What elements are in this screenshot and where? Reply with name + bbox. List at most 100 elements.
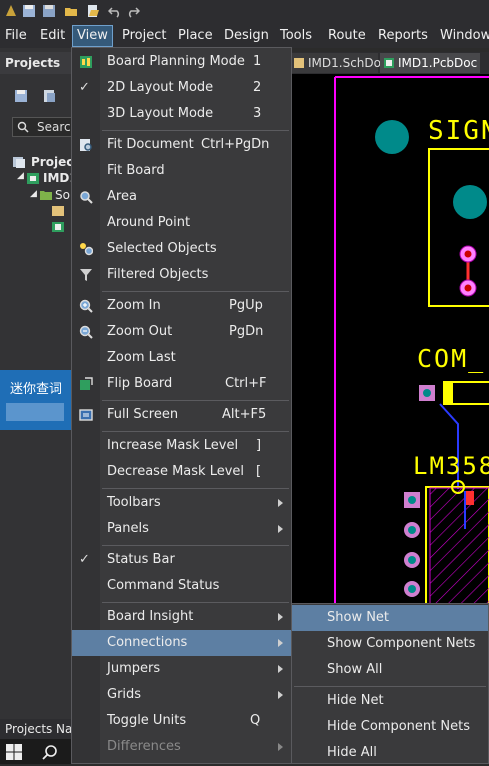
menu-separator bbox=[102, 545, 289, 546]
menu-item-filtered-objects[interactable]: Filtered Objects bbox=[72, 262, 291, 288]
mini-dictionary-input[interactable] bbox=[6, 403, 64, 421]
menu-separator bbox=[102, 130, 289, 131]
menubar: File Edit View Project Place Design Tool… bbox=[0, 24, 489, 48]
pcb-label-com: COM_ bbox=[417, 344, 486, 373]
menu-separator bbox=[102, 431, 289, 432]
chevron-right-icon bbox=[278, 665, 283, 673]
expand-icon[interactable]: ◢ bbox=[30, 189, 37, 199]
checkmark-icon: ✓ bbox=[79, 552, 90, 567]
search-icon[interactable] bbox=[42, 744, 58, 760]
mini-dictionary-popup[interactable]: 迷你查词 bbox=[0, 370, 72, 430]
menu-item-3d-layout-mode[interactable]: 3D Layout Mode 3 bbox=[72, 101, 291, 127]
menu-item-panels[interactable]: Panels bbox=[72, 516, 291, 542]
submenu-item-hide-net[interactable]: Hide Net bbox=[292, 688, 488, 714]
document-tabs: IMD1.SchDoc IMD1.PcbDoc bbox=[290, 52, 489, 74]
menu-item-decrease-mask-level[interactable]: Decrease Mask Level [ bbox=[72, 459, 291, 485]
connections-submenu: Show Net Show Component Nets Show All Hi… bbox=[291, 603, 489, 764]
expand-icon[interactable]: ◢ bbox=[17, 171, 24, 181]
selected-objects-icon bbox=[80, 243, 93, 256]
menu-separator bbox=[102, 291, 289, 292]
full-screen-icon bbox=[79, 409, 93, 421]
schematic-doc-icon bbox=[294, 58, 304, 68]
menu-separator bbox=[102, 400, 289, 401]
menu-item-toolbars[interactable]: Toolbars bbox=[72, 490, 291, 516]
menu-item-toggle-units[interactable]: Toggle Units Q bbox=[72, 708, 291, 734]
windows-start-icon[interactable] bbox=[6, 744, 22, 760]
menu-item-fit-board[interactable]: Fit Board bbox=[72, 158, 291, 184]
search-icon bbox=[17, 121, 29, 133]
open-document-icon[interactable] bbox=[86, 4, 100, 18]
chevron-right-icon bbox=[278, 499, 283, 507]
menu-project[interactable]: Project bbox=[118, 26, 170, 46]
menu-item-status-bar[interactable]: ✓ Status Bar bbox=[72, 547, 291, 573]
menu-place[interactable]: Place bbox=[174, 26, 217, 46]
menu-item-selected-objects[interactable]: Selected Objects bbox=[72, 236, 291, 262]
menu-route[interactable]: Route bbox=[324, 26, 370, 46]
submenu-item-show-all[interactable]: Show All bbox=[292, 657, 488, 683]
filter-icon bbox=[80, 269, 92, 281]
zoom-out-icon bbox=[79, 325, 93, 339]
chevron-right-icon bbox=[278, 639, 283, 647]
chevron-right-icon bbox=[278, 525, 283, 533]
menu-edit[interactable]: Edit bbox=[36, 26, 69, 46]
tab-navigator[interactable]: Na bbox=[56, 722, 72, 736]
submenu-item-show-component-nets[interactable]: Show Component Nets bbox=[292, 631, 488, 657]
menu-item-command-status[interactable]: Command Status bbox=[72, 573, 291, 599]
menu-item-zoom-last[interactable]: Zoom Last bbox=[72, 345, 291, 371]
menu-item-area[interactable]: Area bbox=[72, 184, 291, 210]
fit-document-icon bbox=[80, 139, 92, 151]
menu-item-full-screen[interactable]: Full Screen Alt+F5 bbox=[72, 402, 291, 428]
zoom-in-icon bbox=[79, 299, 93, 313]
view-menu: Board Planning Mode 1 ✓ 2D Layout Mode 2… bbox=[71, 47, 292, 764]
menu-item-jumpers[interactable]: Jumpers bbox=[72, 656, 291, 682]
menu-separator bbox=[102, 488, 289, 489]
undo-icon[interactable] bbox=[108, 4, 122, 18]
chevron-right-icon bbox=[278, 691, 283, 699]
menu-view[interactable]: View bbox=[72, 25, 113, 47]
menu-item-board-insight[interactable]: Board Insight bbox=[72, 604, 291, 630]
menu-item-connections[interactable]: Connections bbox=[72, 630, 291, 656]
checkmark-icon: ✓ bbox=[79, 80, 90, 95]
menu-separator bbox=[294, 686, 486, 687]
menu-window[interactable]: Window bbox=[436, 26, 489, 46]
tab-projects[interactable]: Projects bbox=[5, 722, 52, 736]
menu-item-flip-board[interactable]: Flip Board Ctrl+F bbox=[72, 371, 291, 397]
menu-item-grids[interactable]: Grids bbox=[72, 682, 291, 708]
pcb-label-lm358: LM358 bbox=[413, 452, 489, 480]
app-logo-icon bbox=[6, 5, 16, 16]
pcb-doc-icon bbox=[384, 58, 394, 68]
menu-reports[interactable]: Reports bbox=[374, 26, 432, 46]
menu-file[interactable]: File bbox=[1, 26, 31, 46]
redo-icon[interactable] bbox=[126, 4, 140, 18]
submenu-item-hide-all[interactable]: Hide All bbox=[292, 740, 488, 766]
menu-item-board-planning-mode[interactable]: Board Planning Mode 1 bbox=[72, 49, 291, 75]
submenu-item-hide-component-nets[interactable]: Hide Component Nets bbox=[292, 714, 488, 740]
project-options-icon[interactable] bbox=[42, 89, 56, 103]
quick-access-toolbar bbox=[0, 0, 489, 24]
mini-dictionary-label: 迷你查词 bbox=[10, 382, 63, 397]
menu-item-differences: Differences bbox=[72, 734, 291, 760]
save-project-icon[interactable] bbox=[14, 89, 28, 103]
menu-item-fit-document[interactable]: Fit Document Ctrl+PgDn bbox=[72, 132, 291, 158]
menu-tools[interactable]: Tools bbox=[276, 26, 316, 46]
submenu-item-show-net[interactable]: Show Net bbox=[292, 605, 488, 631]
menu-design[interactable]: Design bbox=[220, 26, 273, 46]
menu-separator bbox=[102, 602, 289, 603]
board-planning-icon bbox=[80, 56, 92, 68]
schematic-doc-icon bbox=[52, 206, 64, 216]
menu-item-increase-mask-level[interactable]: Increase Mask Level ] bbox=[72, 433, 291, 459]
tab-imd1-pcbdoc[interactable]: IMD1.PcbDoc bbox=[380, 53, 480, 73]
save-all-icon[interactable] bbox=[42, 4, 56, 18]
project-group-icon bbox=[13, 157, 25, 168]
area-zoom-icon bbox=[80, 191, 93, 204]
panel-tabs: Projects Na bbox=[0, 719, 72, 739]
menu-item-zoom-in[interactable]: Zoom In PgUp bbox=[72, 293, 291, 319]
open-folder-icon[interactable] bbox=[64, 4, 78, 18]
menu-item-2d-layout-mode[interactable]: ✓ 2D Layout Mode 2 bbox=[72, 75, 291, 101]
save-icon[interactable] bbox=[22, 4, 36, 18]
pcb-label-sign: SIGN bbox=[428, 116, 489, 146]
menu-item-around-point[interactable]: Around Point bbox=[72, 210, 291, 236]
projects-panel-title: Projects bbox=[0, 52, 72, 74]
pcb-project-icon bbox=[27, 173, 39, 184]
menu-item-zoom-out[interactable]: Zoom Out PgDn bbox=[72, 319, 291, 345]
